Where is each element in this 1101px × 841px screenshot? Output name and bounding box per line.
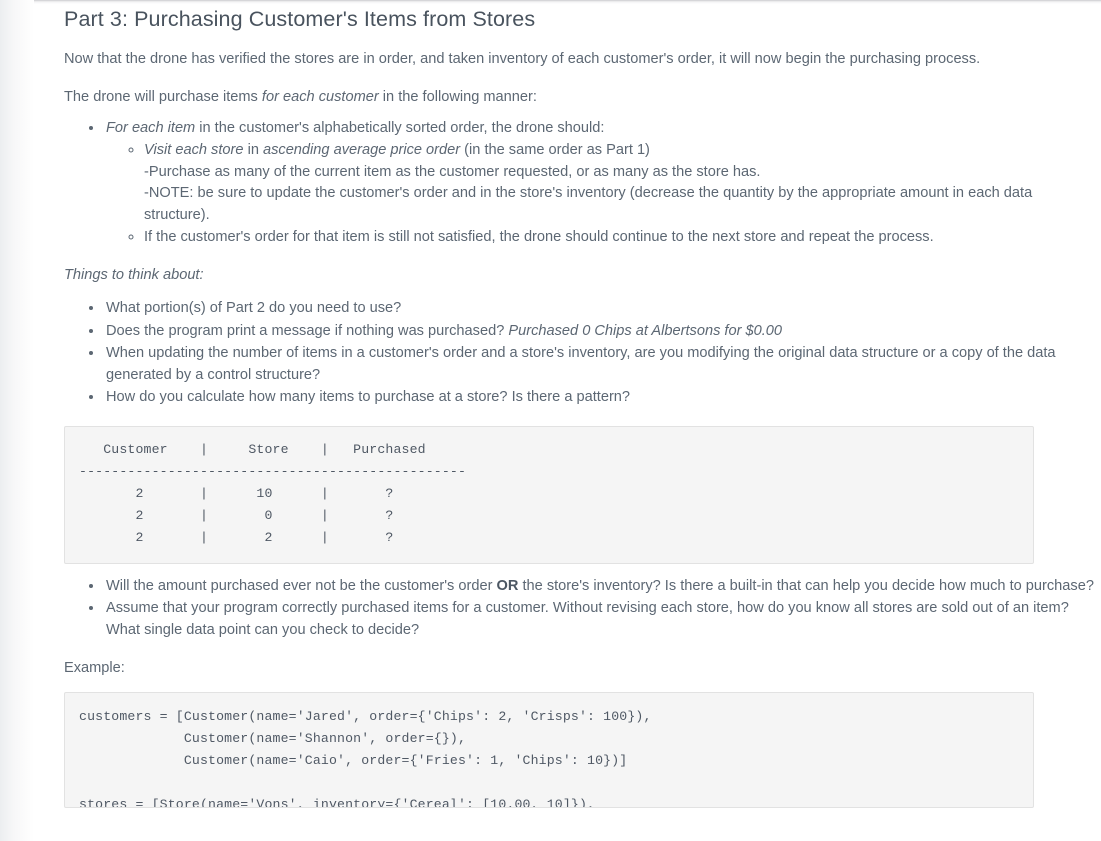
things-label-text: Things to think about:: [64, 266, 204, 283]
for-each-item-emphasis: For each item: [106, 120, 196, 136]
purchase-note-line: -Purchase as many of the current item as…: [144, 163, 761, 180]
amount-tail: the store's inventory? Is there a built-…: [518, 577, 1094, 594]
example-label: Example:: [64, 659, 125, 676]
list-item-amount-purchased: Will the amount purchased ever not be th…: [104, 576, 1101, 598]
print-message-text: Does the program print a message if noth…: [106, 322, 509, 339]
list-item-calculate-pattern: How do you calculate how many items to p…: [104, 387, 1101, 409]
instructions-sublist: Visit each store in ascending average pr…: [106, 140, 1101, 249]
list-item-not-satisfied: If the customer's order for that item is…: [144, 227, 1101, 249]
example-code-block: customers = [Customer(name='Jared', orde…: [64, 692, 1034, 809]
list-item-part2-portions: What portion(s) of Part 2 do you need to…: [104, 298, 1101, 320]
ascending-price-emphasis: ascending average price order: [262, 141, 461, 158]
manner-after: in the following manner:: [378, 88, 537, 105]
page-title: Part 3: Purchasing Customer's Items from…: [64, 7, 536, 31]
or-keyword: OR: [496, 577, 519, 594]
think-about-list: What portion(s) of Part 2 do you need to…: [64, 298, 1101, 408]
list-item-visit-each-store: Visit each store in ascending average pr…: [144, 140, 1101, 227]
list-item-modifying-original: When updating the number of items in a c…: [104, 343, 1101, 387]
update-note-line: -NOTE: be sure to update the customer's …: [144, 185, 1033, 224]
for-each-item-rest: in the customer's alphabetically sorted …: [195, 120, 605, 136]
intro-paragraph: Now that the drone has verified the stor…: [64, 51, 981, 67]
list-item-print-message: Does the program print a message if noth…: [104, 321, 1101, 343]
visit-tail: (in the same order as Part 1): [460, 141, 650, 158]
amount-lead: Will the amount purchased ever not be th…: [106, 577, 497, 594]
bottom-questions-list: Will the amount purchased ever not be th…: [64, 576, 1101, 642]
list-item-for-each-item: For each item in the customer's alphabet…: [104, 118, 1101, 249]
instructions-list: For each item in the customer's alphabet…: [64, 118, 1101, 249]
purchased-example-output: Purchased 0 Chips at Albertsons for $0.0…: [508, 322, 783, 339]
manner-before: The drone will purchase items: [64, 88, 262, 105]
visit-mid: in: [243, 141, 263, 158]
things-to-think-about-label: Things to think about:: [64, 265, 1024, 287]
document-content: Part 3: Purchasing Customer's Items from…: [0, 0, 1101, 809]
list-item-sold-out-check: Assume that your program correctly purch…: [104, 598, 1101, 642]
visit-each-store-emphasis: Visit each store: [144, 141, 244, 158]
purchase-manner-paragraph: The drone will purchase items for each c…: [64, 87, 1024, 109]
purchase-comparison-table: Customer | Store | Purchased -----------…: [64, 425, 1034, 564]
manner-italic: for each customer: [261, 88, 379, 105]
